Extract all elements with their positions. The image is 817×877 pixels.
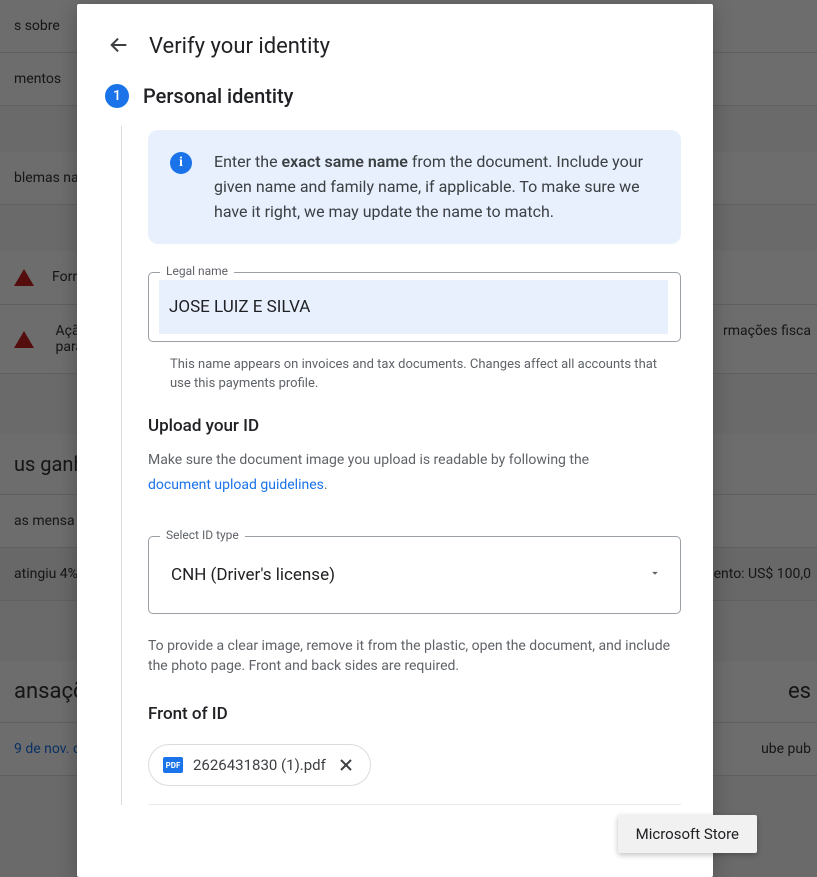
front-of-id-heading: Front of ID: [148, 704, 681, 724]
upload-description: Make sure the document image you upload …: [148, 450, 681, 470]
id-type-select[interactable]: CNH (Driver's license): [148, 536, 681, 614]
step-title: Personal identity: [143, 84, 293, 108]
step-number-badge: 1: [105, 84, 129, 108]
modal-header: Verify your identity: [77, 4, 713, 84]
remove-file-button[interactable]: [336, 755, 356, 775]
legal-name-label: Legal name: [160, 264, 234, 278]
info-banner: i Enter the exact same name from the doc…: [148, 130, 681, 244]
verify-identity-modal: Verify your identity 1 Personal identity…: [77, 4, 713, 877]
pdf-icon: PDF: [163, 757, 183, 773]
chevron-down-icon: [648, 565, 662, 584]
upload-heading: Upload your ID: [148, 416, 681, 436]
legal-name-helper: This name appears on invoices and tax do…: [148, 350, 681, 394]
microsoft-store-tooltip: Microsoft Store: [618, 815, 757, 853]
divider: [148, 804, 681, 805]
modal-title: Verify your identity: [149, 34, 330, 59]
info-icon: i: [170, 152, 192, 174]
uploaded-file-chip: PDF 2626431830 (1).pdf: [148, 744, 371, 786]
step-header: 1 Personal identity: [77, 84, 713, 126]
id-type-value: CNH (Driver's license): [171, 565, 335, 585]
back-button[interactable]: [105, 32, 133, 60]
id-type-field: Select ID type CNH (Driver's license): [148, 536, 681, 614]
uploaded-file-name: 2626431830 (1).pdf: [193, 756, 326, 774]
legal-name-input[interactable]: [159, 280, 668, 334]
info-text: Enter the exact same name from the docum…: [214, 150, 659, 224]
legal-name-field: Legal name: [148, 272, 681, 342]
id-type-label: Select ID type: [160, 528, 245, 542]
upload-guidelines-link[interactable]: document upload guidelines: [148, 477, 324, 493]
id-type-hint: To provide a clear image, remove it from…: [148, 636, 681, 677]
arrow-left-icon: [108, 34, 130, 59]
